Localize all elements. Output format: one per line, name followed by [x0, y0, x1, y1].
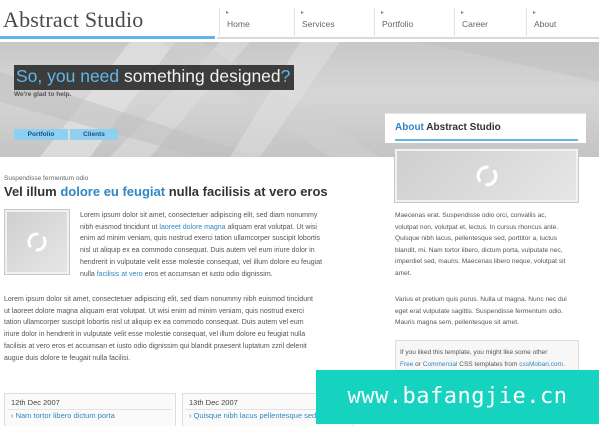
- text-line: Varius et pretium quis purus. Nulla ut m…: [395, 296, 567, 303]
- text-span: .: [562, 361, 565, 368]
- text-line: volutpat non, volutpat et, lectus. In cu…: [395, 223, 559, 231]
- sidebar-image-placeholder: [394, 148, 579, 203]
- headline-part: ?: [280, 66, 291, 86]
- inline-link[interactable]: laoreet dolore magna: [159, 224, 225, 231]
- title-highlight: About: [395, 122, 424, 133]
- text-line: nisl ut aliquip ex ea commodo consequat.…: [80, 247, 315, 255]
- news-date: 13th Dec 2007: [189, 398, 238, 407]
- banner-tagline: We're glad to help.: [14, 91, 72, 98]
- headline-part: So, you need: [16, 66, 120, 86]
- nav-bullet-icon: ▸: [301, 10, 305, 16]
- news-link-text: Quisque nibh lacus pellentesque sed: [193, 411, 317, 420]
- main-nav: ▸ Home ▸ Services ▸ Portfolio ▸ Career ▸ Abou…: [219, 8, 599, 36]
- text-line: Maecenas erat. Suspendisse odio orci, co…: [395, 212, 547, 219]
- text-line: augue duis dolore te feugait nulla facil…: [4, 354, 131, 362]
- news-link-text: Nam tortor libero dictum porta: [15, 411, 115, 420]
- nav-label: Home: [227, 19, 250, 29]
- nav-item-about[interactable]: ▸ About: [526, 8, 599, 36]
- sidebar-title-underline: [395, 139, 578, 141]
- article-kicker: Suspendisse fermentum odio: [4, 175, 89, 182]
- text-line: facilisis at vero eros et accumsan et iu…: [4, 342, 307, 350]
- banner-headline: So, you need something designed?: [14, 65, 295, 90]
- nav-label: About: [534, 19, 557, 29]
- nav-item-home[interactable]: ▸ Home: [219, 8, 294, 36]
- inline-link[interactable]: facilisis at vero: [97, 271, 143, 278]
- divider: [8, 409, 172, 410]
- text-line: If you liked this template, you might li…: [400, 349, 548, 356]
- text-span: aliquam erat volutpat. Ut wisi: [227, 223, 317, 231]
- text-line: enim ad minim veniam, quis nostrud exerc…: [80, 235, 321, 243]
- nav-item-services[interactable]: ▸ Services: [294, 8, 374, 36]
- nav-item-portfolio[interactable]: ▸ Portfolio: [374, 8, 454, 36]
- text-span: nulla: [80, 270, 97, 278]
- headline-part: something designed: [119, 66, 281, 86]
- text-line: blandit, mi. Nam tortor libero, dictum p…: [395, 246, 563, 254]
- nav-label: Services: [302, 19, 335, 29]
- news-date: 12th Dec 2007: [11, 398, 60, 407]
- text-line: Quisque nibh lacus, pellentesque sed, po…: [395, 235, 558, 242]
- text-span: eros et accumsan et iusto odio dignissim…: [142, 270, 273, 278]
- text-span: nibh euismod tincidunt ut: [80, 223, 160, 231]
- nav-bullet-icon: ▸: [533, 10, 537, 16]
- nav-label: Portfolio: [382, 19, 414, 29]
- text-line: nibh euismod tincidunt ut laoreet dolore…: [80, 222, 380, 234]
- news-link[interactable]: › Nam tortor libero dictum porta: [11, 411, 115, 420]
- loading-spinner-icon: [27, 232, 47, 252]
- sidebar-title: About Abstract Studio: [395, 122, 501, 133]
- nav-underline: [217, 37, 599, 39]
- heading-highlight: dolore eu feugiat: [60, 184, 166, 199]
- text-line: Mauris magna sem, pellentesque sit amet.: [395, 319, 519, 326]
- text-line: ut laoreet dolore magna aliquam erat vol…: [4, 307, 304, 315]
- text-span: or: [413, 361, 423, 368]
- nav-bullet-icon: ▸: [461, 10, 465, 16]
- text-span: CSS templates from: [457, 361, 520, 368]
- text-line: tation ullamcorper suscipit lobortis nis…: [4, 319, 304, 327]
- text-line: eget erat vulputate sagittis. Suspendiss…: [395, 307, 563, 315]
- text-line: amet.: [395, 269, 412, 277]
- article-image-placeholder: [4, 209, 70, 275]
- logo-underline: [0, 36, 215, 39]
- site-link[interactable]: cssMoban.com: [519, 361, 563, 368]
- template-promo-box: If you liked this template, you might li…: [395, 340, 579, 371]
- commercial-link[interactable]: Commercial: [423, 361, 458, 368]
- sidebar-paragraph-2: Varius et pretium quis purus. Nulla ut m…: [395, 294, 583, 329]
- news-link[interactable]: › Quisque nibh lacus pellentesque sed: [189, 411, 316, 420]
- article-paragraph-1: Lorem ipsum dolor sit amet, consectetuer…: [80, 210, 380, 280]
- nav-label: Career: [462, 19, 488, 29]
- text-line: Lorem ipsum dolor sit amet, consectetuer…: [4, 296, 313, 303]
- text-line: nulla facilisis at vero eros et accumsan…: [80, 269, 380, 281]
- site-logo[interactable]: Abstract Studio: [3, 7, 144, 33]
- watermark-banner: www.bafangjie.cn: [316, 370, 599, 424]
- news-item: 12th Dec 2007 › Nam tortor libero dictum…: [4, 393, 176, 426]
- portfolio-button[interactable]: Portfolio: [14, 129, 68, 140]
- nav-bullet-icon: ▸: [381, 10, 385, 16]
- clients-button[interactable]: Clients: [70, 129, 118, 140]
- text-line: Lorem ipsum dolor sit amet, consectetuer…: [80, 212, 318, 219]
- nav-item-career[interactable]: ▸ Career: [454, 8, 526, 36]
- heading-part: Vel illum: [4, 184, 61, 199]
- nav-bullet-icon: ▸: [226, 10, 230, 16]
- free-link[interactable]: Free: [400, 361, 413, 368]
- text-line: iriure dolor in hendrerit in vulputate v…: [4, 331, 306, 339]
- article-heading: Vel illum dolore eu feugiat nulla facili…: [4, 184, 328, 199]
- text-line: imperdiet sed, mauris. Maecenas libero n…: [395, 258, 566, 265]
- loading-spinner-icon: [476, 165, 497, 186]
- sidebar-paragraph-1: Maecenas erat. Suspendisse odio orci, co…: [395, 210, 583, 279]
- article-paragraph-2: Lorem ipsum dolor sit amet, consectetuer…: [4, 294, 374, 364]
- text-line: hendrerit in vulputate velit esse molest…: [80, 258, 323, 266]
- title-part: Abstract Studio: [423, 122, 501, 133]
- heading-part: nulla facilisis at vero eros: [165, 184, 328, 199]
